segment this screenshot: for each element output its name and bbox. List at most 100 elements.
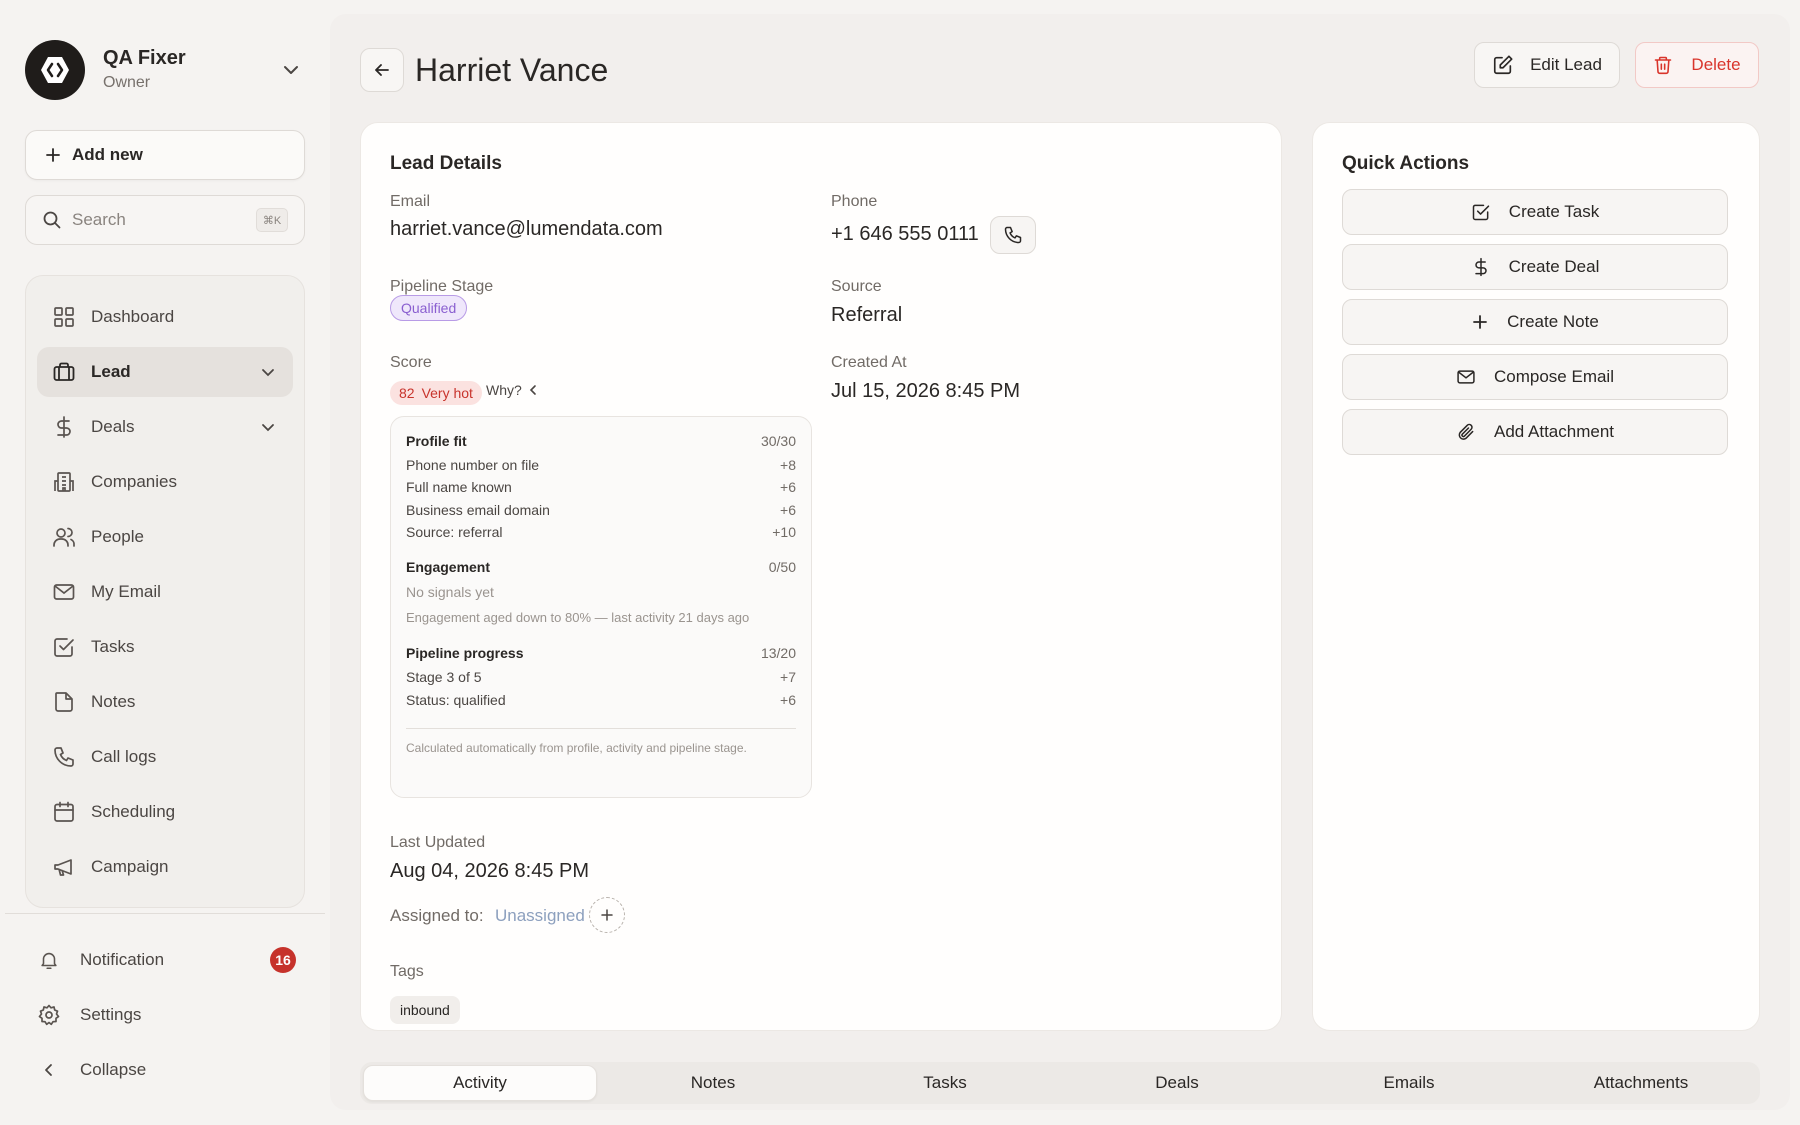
score-label: Score: [390, 354, 432, 371]
sidebar-item-lead[interactable]: Lead: [37, 347, 293, 397]
compose-email-button[interactable]: Compose Email: [1342, 354, 1728, 400]
search-placeholder: Search: [72, 210, 126, 229]
collapse-button[interactable]: Collapse: [36, 1050, 296, 1090]
email-value[interactable]: harriet.vance@lumendata.com: [390, 218, 663, 241]
search-shortcut: ⌘K: [256, 208, 288, 232]
chevron-left-icon: [529, 385, 536, 395]
breakdown-footnote: Calculated automatically from profile, a…: [406, 741, 747, 755]
search-input[interactable]: Search ⌘K: [25, 195, 305, 245]
chevron-down-icon[interactable]: [259, 418, 277, 436]
trash-icon: [1655, 56, 1672, 75]
create-deal-button[interactable]: Create Deal: [1342, 244, 1728, 290]
breakdown-section-points: 30/30: [760, 433, 796, 449]
assign-user-button[interactable]: [589, 897, 625, 933]
breakdown-row: Source: referral +10: [406, 524, 796, 540]
workspace-name: QA Fixer: [103, 47, 186, 69]
calendar-icon: [51, 799, 77, 825]
sidebar-item-label: Dashboard: [91, 307, 175, 326]
add-attachment-button[interactable]: Add Attachment: [1342, 409, 1728, 455]
edit-lead-button[interactable]: Edit Lead: [1474, 42, 1620, 88]
breakdown-section-header: Profile fit 30/30: [406, 433, 796, 449]
dollar-icon: [51, 414, 77, 440]
score-text: Very hot: [421, 385, 473, 401]
workspace-logo-icon: [25, 40, 85, 100]
sidebar-item-tasks[interactable]: Tasks: [37, 622, 293, 672]
back-button[interactable]: [360, 48, 404, 92]
breakdown-divider: [406, 728, 796, 729]
tab-notes[interactable]: Notes: [597, 1065, 829, 1101]
tab-activity[interactable]: Activity: [363, 1065, 597, 1101]
sidebar-item-my-email[interactable]: My Email: [37, 567, 293, 617]
create-task-button[interactable]: Create Task: [1342, 189, 1728, 235]
mail-icon: [51, 579, 77, 605]
pipeline-stage-badge: Qualified: [390, 295, 468, 321]
plus-icon: [46, 148, 60, 162]
delete-label: Delete: [1691, 55, 1741, 74]
tab-emails[interactable]: Emails: [1293, 1065, 1525, 1101]
sidebar-item-companies[interactable]: Companies: [37, 457, 293, 507]
people-icon: [51, 524, 77, 550]
sidebar-item-deals[interactable]: Deals: [37, 402, 293, 452]
score-badge: 82 Very hot: [390, 381, 482, 405]
settings-link[interactable]: Settings: [36, 995, 296, 1035]
engagement-note: No signals yet: [406, 584, 494, 600]
engagement-decay-note: Engagement aged down to 80% — last activ…: [406, 610, 750, 625]
add-new-button[interactable]: Add new: [25, 130, 305, 180]
last-updated-label: Last Updated: [390, 834, 486, 851]
sidebar-item-scheduling[interactable]: Scheduling: [37, 787, 293, 837]
chevron-down-icon[interactable]: [279, 58, 303, 82]
lead-details-title: Lead Details: [390, 153, 502, 174]
create-note-button[interactable]: Create Note: [1342, 299, 1728, 345]
tag-chip[interactable]: inbound: [390, 996, 460, 1024]
sidebar-item-call-logs[interactable]: Call logs: [37, 732, 293, 782]
call-button[interactable]: [990, 216, 1036, 254]
sidebar-item-people[interactable]: People: [37, 512, 293, 562]
created-at-label: Created At: [831, 354, 907, 371]
sidebar-item-label: Notes: [91, 692, 136, 711]
workspace-role: Owner: [103, 74, 151, 91]
phone-value: +1 646 555 0111: [831, 223, 979, 245]
sidebar-item-dashboard[interactable]: Dashboard: [37, 292, 293, 342]
breakdown-section-header: Engagement 0/50: [406, 559, 796, 575]
paperclip-icon: [1458, 423, 1474, 440]
record-tabs: Activity Notes Tasks Deals Emails Attach…: [360, 1062, 1760, 1104]
breakdown-row-label: Phone number on file: [406, 457, 540, 473]
tab-attachments[interactable]: Attachments: [1525, 1065, 1757, 1101]
breakdown-section-title: Engagement: [406, 559, 491, 575]
breakdown-row-label: Business email domain: [406, 502, 550, 518]
score-value: 82: [399, 385, 415, 401]
breakdown-row: Stage 3 of 5 +7: [406, 669, 796, 685]
sidebar-item-label: People: [91, 527, 144, 546]
dollar-icon: [1474, 257, 1487, 277]
main-panel: Harriet Vance Edit Lead Delete Lead Deta…: [330, 14, 1790, 1110]
sidebar-item-label: Call logs: [91, 747, 157, 766]
pipeline-stage-label: Pipeline Stage: [390, 278, 494, 295]
assigned-to-value[interactable]: Unassigned: [495, 906, 585, 926]
quick-actions-title: Quick Actions: [1342, 153, 1470, 174]
settings-label: Settings: [80, 1005, 142, 1024]
workspace-switcher[interactable]: QA Fixer Owner: [25, 38, 305, 102]
why-label: Why?: [486, 382, 522, 398]
assigned-to-label: Assigned to:: [390, 906, 484, 925]
chevron-left-icon: [36, 1057, 62, 1083]
compose-email-label: Compose Email: [1494, 367, 1614, 386]
tab-deals[interactable]: Deals: [1061, 1065, 1293, 1101]
breakdown-section-title: Profile fit: [406, 433, 467, 449]
sidebar-item-campaign[interactable]: Campaign: [37, 842, 293, 892]
why-toggle[interactable]: Why?: [486, 382, 538, 398]
breakdown-row: Business email domain +6: [406, 502, 796, 518]
breakdown-section-header: Pipeline progress 13/20: [406, 645, 796, 661]
breakdown-section-points: 0/50: [768, 559, 796, 575]
email-label: Email: [390, 193, 431, 210]
tab-tasks[interactable]: Tasks: [829, 1065, 1061, 1101]
breakdown-row-points: +7: [780, 669, 796, 685]
sidebar-divider: [5, 913, 325, 914]
notification-link[interactable]: Notification 16: [36, 940, 296, 980]
sidebar-item-notes[interactable]: Notes: [37, 677, 293, 727]
chevron-down-icon[interactable]: [259, 363, 277, 381]
gear-icon: [36, 1002, 62, 1028]
mail-icon: [1457, 370, 1475, 384]
delete-button[interactable]: Delete: [1635, 42, 1759, 88]
breakdown-row: Status: qualified +6: [406, 692, 796, 708]
source-value: Referral: [831, 304, 903, 326]
